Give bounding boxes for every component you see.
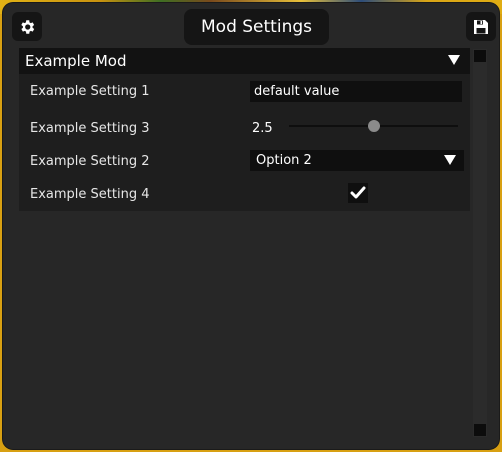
slider-value: 2.5: [252, 121, 273, 136]
setting-label-2: Example Setting 2: [30, 154, 150, 169]
scroll-down-button[interactable]: [474, 424, 486, 436]
mod-section-header[interactable]: Example Mod: [19, 48, 470, 74]
dropdown-value: Option 2: [256, 153, 312, 168]
scroll-up-button[interactable]: [474, 50, 486, 62]
window-title: Mod Settings: [184, 9, 329, 45]
settings-button[interactable]: [12, 12, 42, 41]
floppy-disk-icon: [474, 19, 488, 34]
example-setting-4-checkbox[interactable]: [348, 183, 368, 203]
mod-settings-window: Mod Settings Example Mod Example Setting…: [3, 3, 499, 449]
setting-label-3: Example Setting 3: [30, 121, 150, 136]
vertical-scrollbar[interactable]: [473, 49, 487, 437]
gear-icon: [21, 19, 35, 34]
setting-label-1: Example Setting 1: [30, 84, 150, 99]
collapse-arrow-icon: [448, 55, 460, 65]
setting-label-4: Example Setting 4: [30, 187, 150, 202]
save-button[interactable]: [466, 12, 496, 41]
example-setting-2-dropdown[interactable]: Option 2: [250, 150, 464, 171]
dropdown-arrow-icon: [444, 155, 456, 165]
example-setting-1-input[interactable]: [250, 81, 462, 102]
checkmark-icon: [350, 186, 366, 199]
slider-thumb[interactable]: [367, 120, 380, 132]
example-setting-3-slider[interactable]: [289, 120, 458, 132]
mod-section: Example Mod Example Setting 1 Example Se…: [19, 48, 470, 211]
mod-name: Example Mod: [25, 52, 127, 70]
